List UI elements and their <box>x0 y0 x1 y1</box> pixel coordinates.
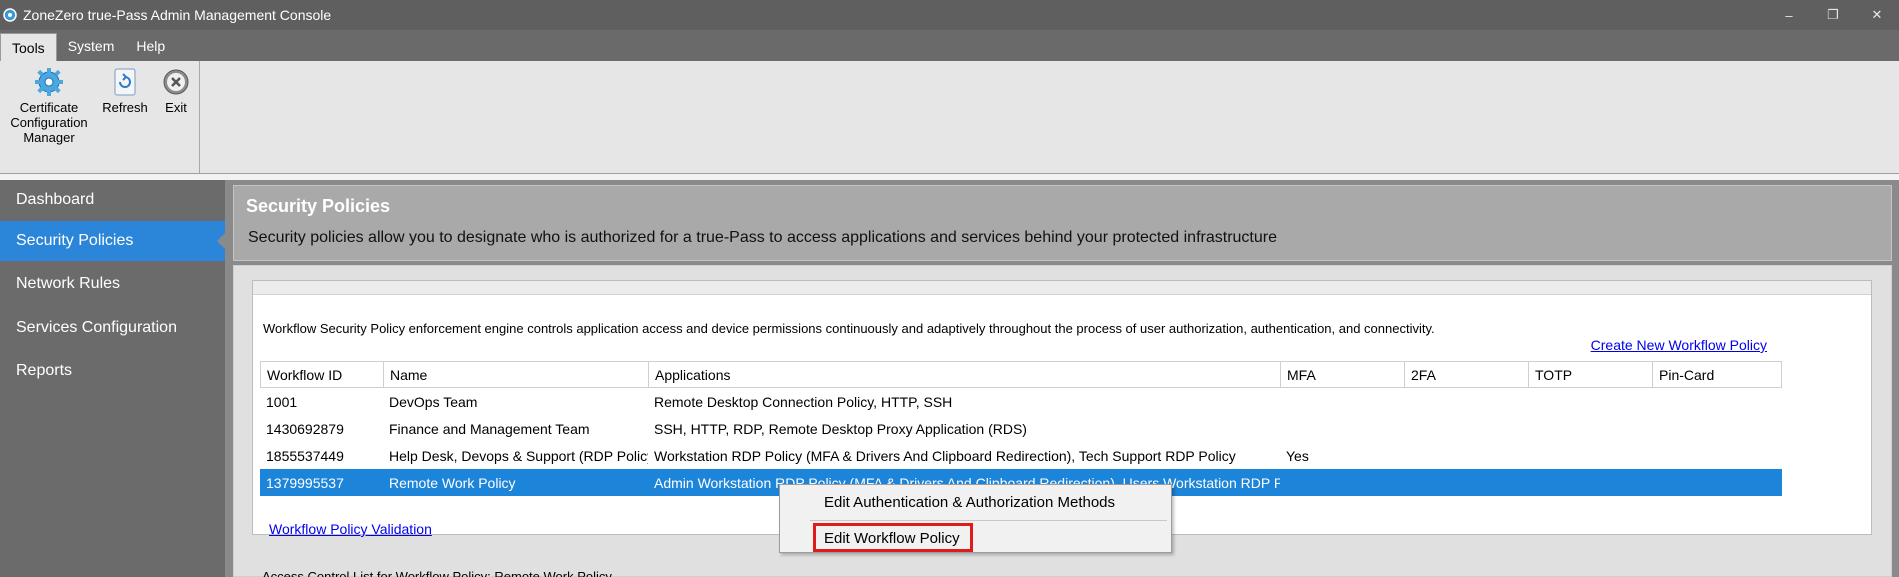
cell-mfa: Yes <box>1286 447 1309 464</box>
workflow-table: Workflow ID Name Applications MFA 2FA TO… <box>260 361 1782 496</box>
sidebar: Dashboard Security Policies Network Rule… <box>0 180 226 577</box>
certificate-label-line1: Certificate <box>19 100 79 115</box>
cell-name: Remote Work Policy <box>389 474 516 491</box>
highlight-box <box>813 523 973 552</box>
column-header-2fa[interactable]: 2FA <box>1405 362 1529 387</box>
cell-workflow-id: 1855537449 <box>266 447 344 464</box>
cell-mfa <box>1280 469 1404 496</box>
cell-mfa <box>1280 388 1404 415</box>
menu-item-edit-auth-methods[interactable]: Edit Authentication & Authorization Meth… <box>780 487 1171 517</box>
acl-caption: Access Control List for Workflow Policy:… <box>262 569 612 577</box>
sidebar-item-dashboard[interactable]: Dashboard <box>0 180 225 220</box>
title-bar: ZoneZero true-Pass Admin Management Cons… <box>0 0 1899 30</box>
minimize-button[interactable]: – <box>1767 0 1811 30</box>
column-header-pin-card[interactable]: Pin-Card <box>1653 362 1781 387</box>
panel-top-strip <box>253 281 1871 295</box>
menu-system[interactable]: System <box>57 30 126 61</box>
table-row[interactable]: 1430692879 Finance and Management Team S… <box>260 415 1782 442</box>
close-circle-icon <box>161 67 191 97</box>
menu-help[interactable]: Help <box>125 30 176 61</box>
restore-button[interactable]: ❐ <box>1811 0 1855 30</box>
menu-bar: Tools System Help <box>0 30 1899 61</box>
engine-description: Workflow Security Policy enforcement eng… <box>263 321 1435 336</box>
cell-workflow-id: 1430692879 <box>266 420 344 437</box>
cell-applications: SSH, HTTP, RDP, Remote Desktop Proxy App… <box>654 420 1027 437</box>
table-header-row: Workflow ID Name Applications MFA 2FA TO… <box>260 361 1782 388</box>
column-header-totp[interactable]: TOTP <box>1529 362 1653 387</box>
certificate-label-line3: Manager <box>23 130 75 145</box>
create-new-workflow-policy-link[interactable]: Create New Workflow Policy <box>1591 337 1767 353</box>
context-menu: Edit Authentication & Authorization Meth… <box>779 484 1172 553</box>
cell-applications: Workstation RDP Policy (MFA & Drivers An… <box>654 447 1236 464</box>
page-title: Security Policies <box>246 196 391 216</box>
app-gear-icon <box>3 8 17 22</box>
close-button[interactable]: ✕ <box>1855 0 1899 30</box>
menu-separator <box>810 520 1167 521</box>
cell-mfa <box>1280 415 1404 442</box>
cell-workflow-id: 1379995537 <box>266 474 344 491</box>
cell-name: Help Desk, Devops & Support (RDP Policy) <box>389 447 648 464</box>
workflow-policy-validation-link[interactable]: Workflow Policy Validation <box>269 521 432 537</box>
sidebar-item-services-configuration[interactable]: Services Configuration <box>0 308 225 348</box>
refresh-button[interactable]: Refresh <box>98 67 152 115</box>
exit-button[interactable]: Exit <box>158 67 194 115</box>
menu-tools[interactable]: Tools <box>0 33 57 61</box>
certificate-label-line2: Configuration <box>10 115 88 130</box>
toolbar-group-tools: Certificate Configuration Manager Refres… <box>0 61 200 173</box>
sidebar-item-security-policies[interactable]: Security Policies <box>0 221 226 261</box>
sidebar-item-reports[interactable]: Reports <box>0 351 225 391</box>
sidebar-item-network-rules[interactable]: Network Rules <box>0 264 225 304</box>
certificate-configuration-manager-button[interactable]: Certificate Configuration Manager <box>8 67 90 145</box>
table-row[interactable]: 1855537449 Help Desk, Devops & Support (… <box>260 442 1782 469</box>
window-controls: – ❐ ✕ <box>1767 0 1899 30</box>
cell-name: Finance and Management Team <box>389 420 590 437</box>
cell-applications: Remote Desktop Connection Policy, HTTP, … <box>654 393 953 410</box>
cell-workflow-id: 1001 <box>266 393 298 410</box>
toolbar: Certificate Configuration Manager Refres… <box>0 61 1899 174</box>
table-row[interactable]: 1001 DevOps Team Remote Desktop Connecti… <box>260 388 1782 415</box>
page-description: Security policies allow you to designate… <box>248 229 1277 246</box>
page-header: Security Policies Security policies allo… <box>233 185 1892 261</box>
column-header-applications[interactable]: Applications <box>649 362 1281 387</box>
refresh-icon <box>110 67 140 97</box>
gear-icon <box>34 67 64 97</box>
refresh-label: Refresh <box>102 100 148 115</box>
column-header-workflow-id[interactable]: Workflow ID <box>261 362 384 387</box>
column-header-name[interactable]: Name <box>384 362 649 387</box>
window-title: ZoneZero true-Pass Admin Management Cons… <box>23 7 332 23</box>
exit-label: Exit <box>165 100 187 115</box>
column-header-mfa[interactable]: MFA <box>1281 362 1405 387</box>
cell-name: DevOps Team <box>389 393 478 410</box>
